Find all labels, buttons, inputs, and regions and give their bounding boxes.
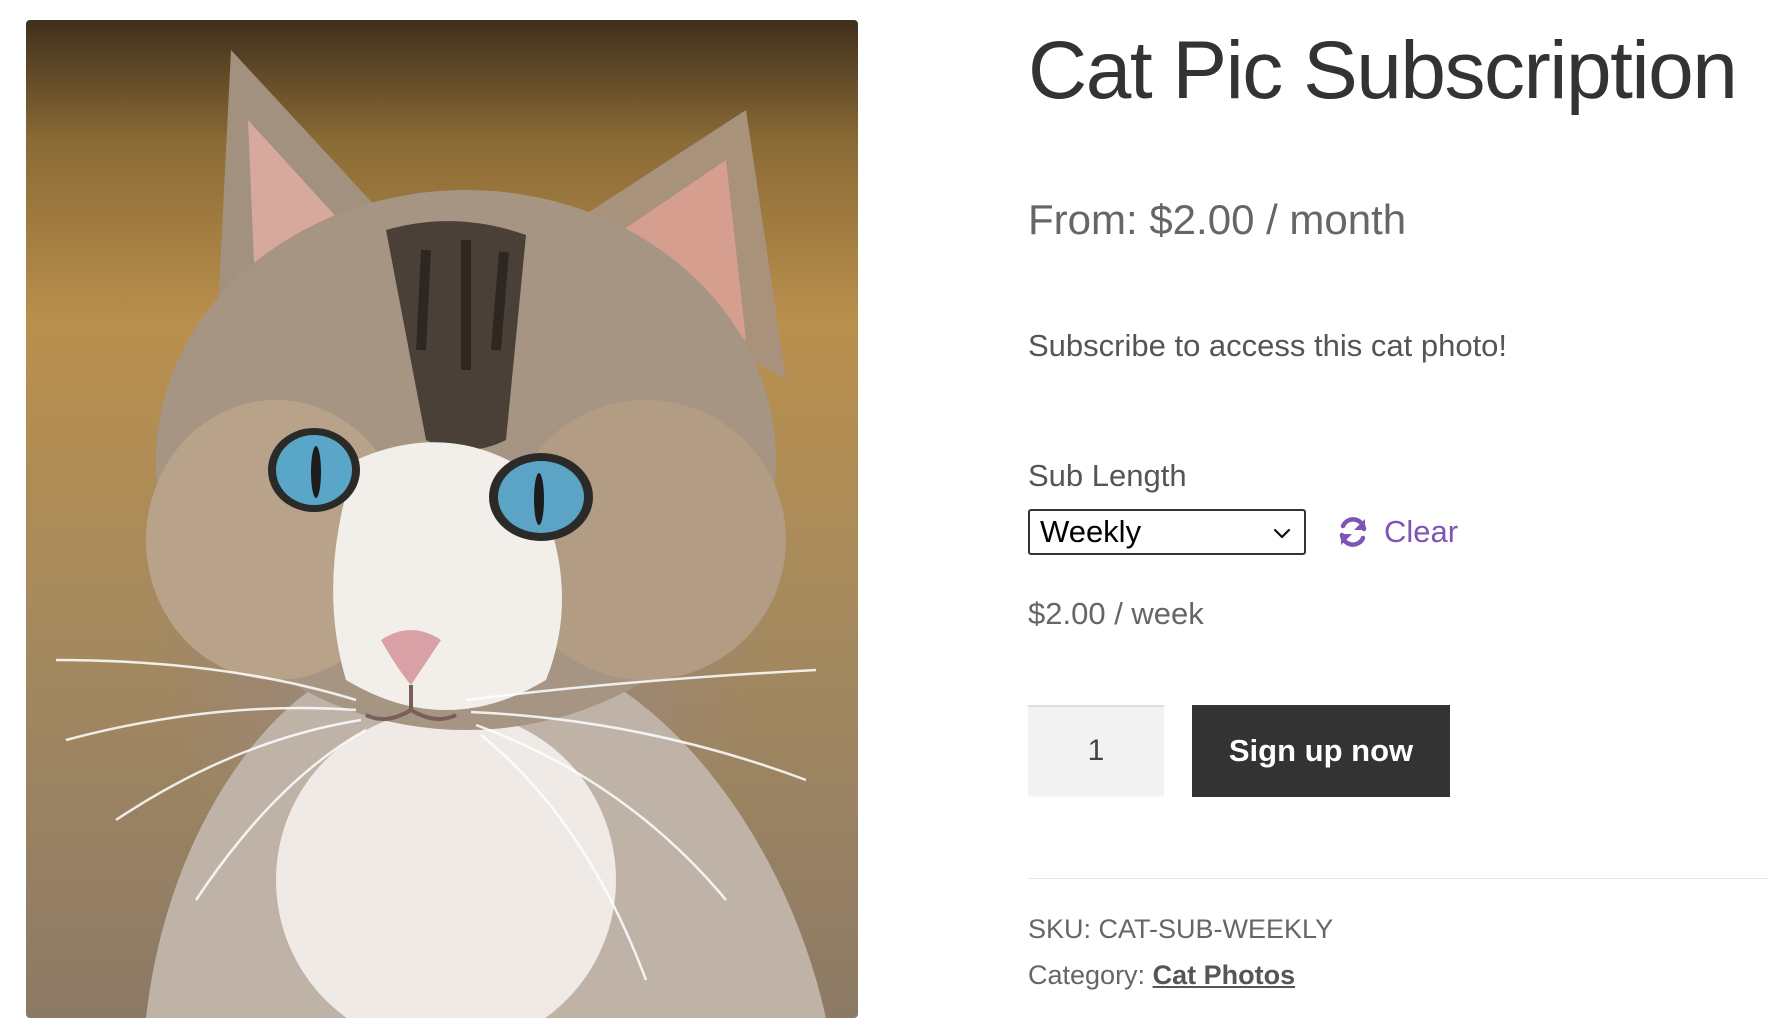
clear-button[interactable]: Clear (1336, 509, 1458, 555)
sku-value: CAT-SUB-WEEKLY (1098, 914, 1334, 944)
cat-right-pupil (534, 473, 544, 525)
variation-price: $2.00 / week (1028, 596, 1204, 631)
sku-label: SKU: (1028, 914, 1092, 944)
cat-illustration (55, 50, 826, 1018)
product-title: Cat Pic Subscription (1028, 25, 1738, 116)
short-description: Subscribe to access this cat photo! (1028, 328, 1508, 363)
product-image[interactable] (26, 20, 858, 1018)
sub-length-select[interactable]: Weekly (1028, 509, 1306, 555)
cat-left-pupil (311, 446, 321, 498)
price-range: From: $2.00 / month (1028, 196, 1407, 243)
category-label: Category: (1028, 960, 1146, 990)
product-page: Cat Pic Subscription From: $2.00 / month… (0, 0, 1768, 1030)
divider (1028, 878, 1768, 879)
category-link[interactable]: Cat Photos (1153, 960, 1296, 990)
sku-line: SKU: CAT-SUB-WEEKLY (1028, 914, 1333, 945)
category-line: Category: Cat Photos (1028, 960, 1295, 991)
quantity-input[interactable] (1028, 705, 1164, 797)
sub-length-selected-value: Weekly (1040, 514, 1142, 549)
chevron-down-icon (1273, 528, 1291, 539)
sub-length-label: Sub Length (1028, 458, 1187, 493)
refresh-icon (1339, 517, 1367, 547)
sign-up-button[interactable]: Sign up now (1192, 705, 1450, 797)
clear-label: Clear (1384, 514, 1459, 549)
